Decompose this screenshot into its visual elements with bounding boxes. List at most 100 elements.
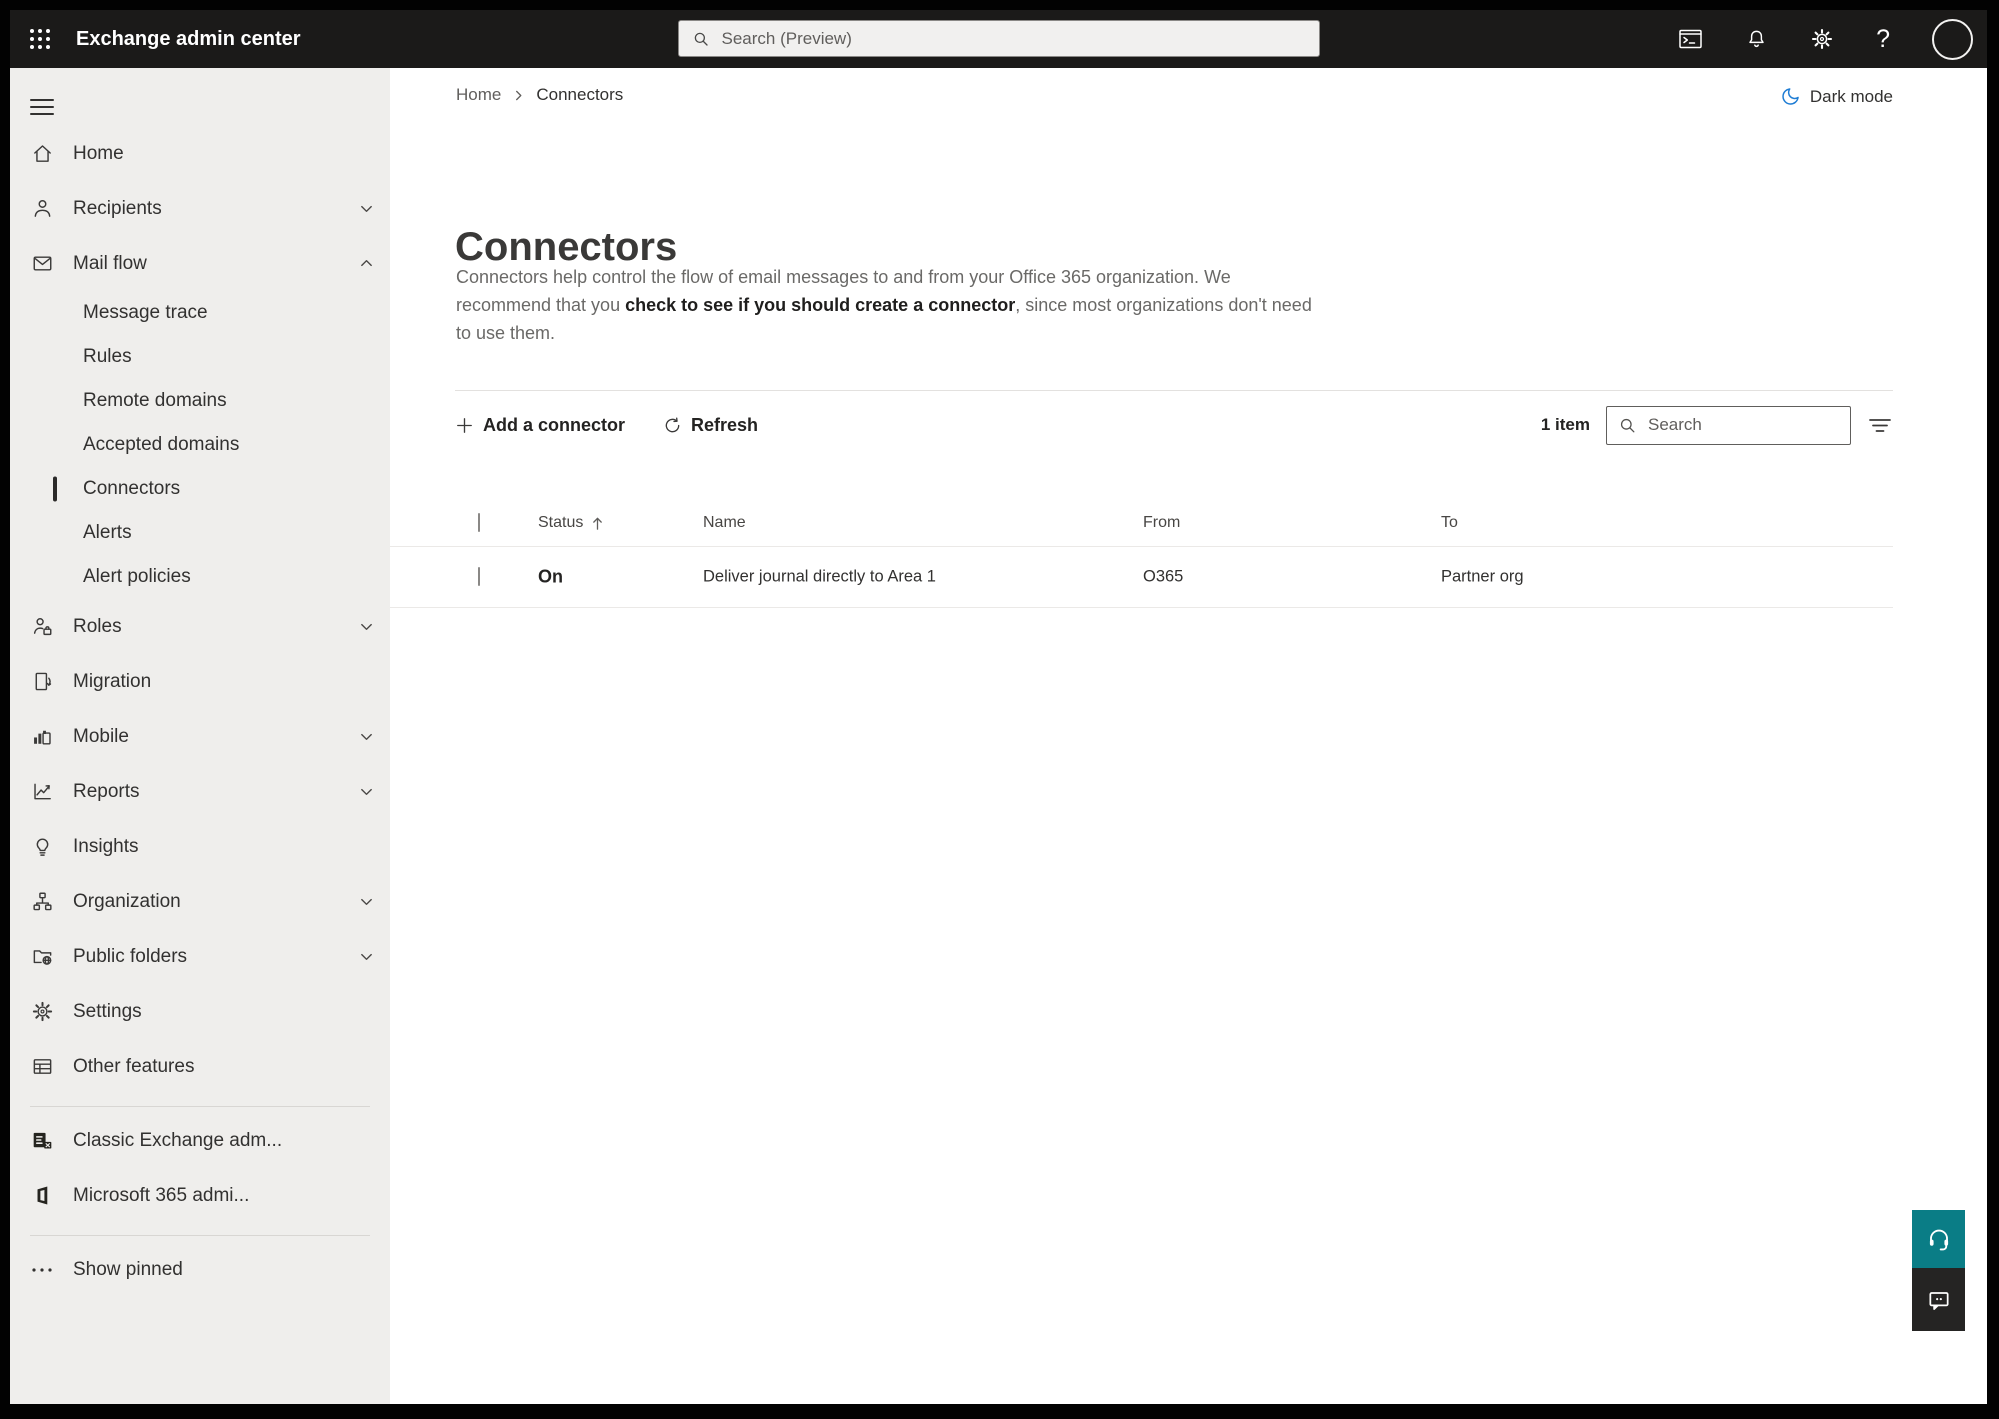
row-checkbox[interactable] xyxy=(478,567,480,586)
sidebar-divider xyxy=(30,1235,370,1236)
plus-icon xyxy=(457,417,472,433)
sidebar-item-alert-policies[interactable]: Alert policies xyxy=(10,555,390,599)
app-launcher-button[interactable] xyxy=(10,10,70,68)
sidebar-item-message-trace[interactable]: Message trace xyxy=(10,291,390,335)
help-icon[interactable]: ? xyxy=(1876,26,1890,52)
sidebar-item-label: Classic Exchange adm... xyxy=(73,1129,283,1151)
table-row[interactable]: On Deliver journal directly to Area 1 O3… xyxy=(390,547,1893,608)
sidebar-item-label: Roles xyxy=(73,615,122,637)
sidebar-item-insights[interactable]: Insights xyxy=(10,819,390,874)
sidebar-item-label: Migration xyxy=(73,670,152,692)
sidebar-item-roles[interactable]: Roles xyxy=(10,599,390,654)
sidebar-item-public-folders[interactable]: Public folders xyxy=(10,929,390,984)
notifications-bell-icon[interactable] xyxy=(1745,28,1768,51)
sidebar-item-label: Mail flow xyxy=(73,252,147,274)
sidebar-item-label: Home xyxy=(73,142,124,164)
breadcrumb: Home Connectors xyxy=(456,85,623,105)
refresh-label: Refresh xyxy=(691,414,759,435)
sidebar-item-alerts[interactable]: Alerts xyxy=(10,511,390,555)
breadcrumb-current: Connectors xyxy=(536,85,624,104)
global-search-box[interactable] xyxy=(677,20,1320,57)
table-header-row: Status Name From To xyxy=(390,500,1893,547)
breadcrumb-home-link[interactable]: Home xyxy=(456,85,501,105)
sidebar-item-label: Reports xyxy=(73,780,140,802)
sidebar-item-rules[interactable]: Rules xyxy=(10,335,390,379)
sidebar-item-connectors[interactable]: Connectors xyxy=(10,467,390,511)
refresh-button[interactable]: Refresh xyxy=(663,415,758,436)
sidebar-item-accepted-domains[interactable]: Accepted domains xyxy=(10,423,390,467)
account-avatar[interactable] xyxy=(1932,18,1973,60)
sidebar-item-label: Settings xyxy=(73,1000,142,1022)
sidebar-item-remote-domains[interactable]: Remote domains xyxy=(10,379,390,423)
line-chart-icon xyxy=(30,780,54,804)
sidebar-item-migration[interactable]: Migration xyxy=(10,654,390,709)
chevron-down-icon xyxy=(359,619,374,634)
admin-shell-icon[interactable] xyxy=(1678,28,1703,50)
description-link[interactable]: check to see if you should create a conn… xyxy=(625,295,1015,315)
gear-icon xyxy=(30,1000,54,1024)
sidebar-item-label: Insights xyxy=(73,835,139,857)
settings-gear-icon[interactable] xyxy=(1810,27,1834,51)
main-content: Home Connectors Dark mode Connectors Con… xyxy=(390,68,1987,1404)
dark-mode-toggle[interactable]: Dark mode xyxy=(1780,86,1893,107)
sidebar-item-organization[interactable]: Organization xyxy=(10,874,390,929)
sidebar-divider xyxy=(30,1106,370,1107)
sidebar-item-settings[interactable]: Settings xyxy=(10,984,390,1039)
sidebar-item-mail-flow[interactable]: Mail flow xyxy=(10,236,390,291)
app-title: Exchange admin center xyxy=(76,27,301,50)
page-description: Connectors help control the flow of emai… xyxy=(456,263,1312,347)
sidebar-item-label: Recipients xyxy=(73,197,162,219)
filter-icon[interactable] xyxy=(1867,414,1893,436)
chat-icon xyxy=(1928,1291,1949,1310)
moon-icon xyxy=(1782,88,1799,105)
home-icon xyxy=(30,142,54,166)
column-header-status[interactable]: Status xyxy=(538,514,604,532)
item-count: 1 item xyxy=(1540,415,1590,434)
nav-collapse-hamburger-icon[interactable] xyxy=(30,98,54,116)
chevron-down-icon xyxy=(359,894,374,909)
add-connector-button[interactable]: Add a connector xyxy=(455,415,625,436)
row-name[interactable]: Deliver journal directly to Area 1 xyxy=(703,568,936,587)
top-bar: Exchange admin center ? xyxy=(10,10,1987,68)
sidebar-item-classic-exchange-admin[interactable]: Classic Exchange adm... xyxy=(10,1113,390,1168)
column-label: Status xyxy=(538,514,584,531)
feedback-button[interactable] xyxy=(1912,1268,1965,1331)
app-window: Exchange admin center ? Home xyxy=(10,10,1987,1404)
sidebar-item-label: Mobile xyxy=(73,725,129,747)
column-header-name[interactable]: Name xyxy=(703,514,746,532)
select-all-checkbox[interactable] xyxy=(478,513,480,532)
sidebar-item-other-features[interactable]: Other features xyxy=(10,1039,390,1094)
app-launcher-icon xyxy=(30,29,50,49)
sidebar-item-mobile[interactable]: Mobile xyxy=(10,709,390,764)
sort-up-icon xyxy=(591,516,604,531)
office-logo-icon xyxy=(30,1184,54,1208)
sidebar-item-label: Microsoft 365 admi... xyxy=(73,1184,250,1206)
sidebar-item-reports[interactable]: Reports xyxy=(10,764,390,819)
refresh-icon xyxy=(665,417,680,432)
list-search-input[interactable] xyxy=(1646,414,1871,436)
chevron-up-icon xyxy=(359,256,374,271)
sidebar-item-label: Alerts xyxy=(83,522,132,543)
nav-items: Home Recipients Mail flow Message trace … xyxy=(10,126,390,1297)
column-header-from[interactable]: From xyxy=(1143,514,1180,532)
row-to: Partner org xyxy=(1441,567,1524,586)
table-grid-icon xyxy=(30,1055,54,1079)
folder-globe-icon xyxy=(30,945,54,969)
global-search-input[interactable] xyxy=(719,27,1306,50)
row-from: O365 xyxy=(1143,567,1184,586)
lightbulb-icon xyxy=(30,835,54,859)
list-search-box[interactable] xyxy=(1606,405,1871,445)
topbar-actions: ? xyxy=(1678,10,1973,68)
sidebar-item-microsoft-365-admin[interactable]: Microsoft 365 admi... xyxy=(10,1168,390,1223)
headset-icon xyxy=(1929,1229,1948,1251)
chevron-down-icon xyxy=(359,201,374,216)
sidebar-item-home[interactable]: Home xyxy=(10,126,390,181)
column-header-to[interactable]: To xyxy=(1441,514,1458,532)
chevron-down-icon xyxy=(359,729,374,744)
sidebar-item-recipients[interactable]: Recipients xyxy=(10,181,390,236)
command-bar: Add a connector Refresh 1 item xyxy=(455,404,1893,446)
search-icon xyxy=(694,32,708,46)
sidebar-item-show-pinned[interactable]: Show pinned xyxy=(10,1242,390,1297)
person-icon xyxy=(30,197,54,221)
support-button[interactable] xyxy=(1912,1210,1965,1268)
